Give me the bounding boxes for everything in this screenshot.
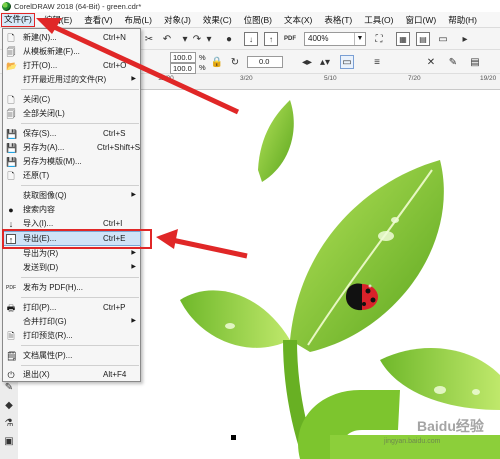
arrow-head-file-menu: [36, 18, 62, 34]
arrow-head-export: [156, 229, 178, 249]
annotation-arrows: [36, 18, 248, 259]
baidu-watermark: Baidu经验: [417, 418, 484, 434]
baidu-watermark-url: jingyan.baidu.com: [384, 438, 441, 445]
